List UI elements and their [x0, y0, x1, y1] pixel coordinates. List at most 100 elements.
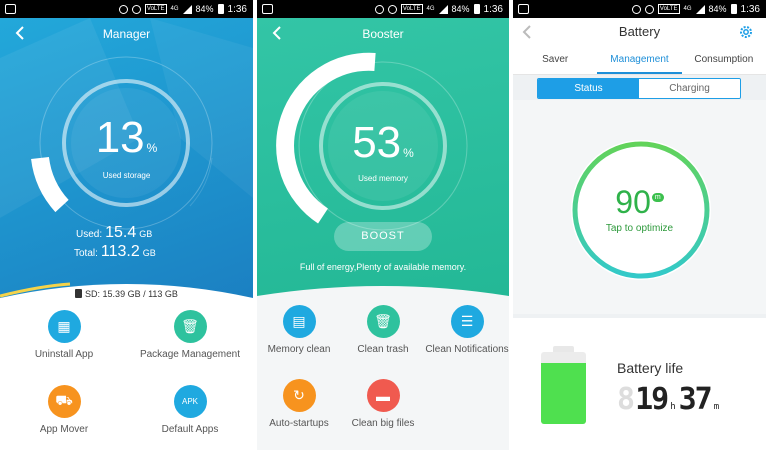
- sd-card-summary: SD: 15.39 GB / 113 GB: [0, 289, 253, 299]
- battery-tabs: Saver Management Consumption: [513, 45, 766, 75]
- battery-hours-unit: h: [670, 402, 676, 412]
- network-label: 4G: [170, 6, 179, 12]
- refresh-icon: ↻: [282, 379, 316, 412]
- trash-icon: 🗑: [173, 310, 207, 343]
- memory-percent-value: 53: [352, 118, 402, 167]
- lcd-ghost-digit: 8: [617, 382, 636, 417]
- status-bar: VoLTE 4G 84% 1:36: [513, 0, 766, 18]
- chat-icon: ☰: [450, 305, 484, 338]
- battery-icon: [217, 4, 224, 14]
- apps-icon: ▦: [47, 310, 81, 343]
- package-management-label: Package Management: [139, 349, 241, 360]
- gallery-icon: [518, 4, 529, 14]
- alarm-icon: [644, 4, 654, 14]
- total-stat: Total: 113.2 GB: [74, 243, 156, 261]
- memory-percent-label: Used memory: [358, 174, 408, 183]
- alarm-icon: [131, 4, 141, 14]
- clean-big-files-button[interactable]: ▬ Clean big files: [323, 379, 443, 429]
- battery-hours: 19: [635, 382, 669, 417]
- app-mover-button[interactable]: ⛟ App Mover: [4, 385, 124, 435]
- total-unit: GB: [142, 248, 156, 258]
- used-label: Used:: [76, 229, 103, 240]
- status-bar: VoLTE 4G 84% 1:36: [0, 0, 253, 18]
- battery-level-fill: [541, 362, 586, 424]
- volte-badge: VoLTE: [400, 4, 423, 14]
- used-stat: Used: 15.4 GB: [76, 224, 152, 242]
- memory-wave: [257, 286, 509, 302]
- alarm-icon: [387, 4, 397, 14]
- clock: 1:36: [740, 3, 760, 15]
- battery-level-graphic: [541, 346, 586, 424]
- signal-icon: [438, 4, 448, 14]
- segment-charging[interactable]: Charging: [639, 79, 740, 98]
- battery-life-label: Battery life: [617, 360, 684, 376]
- gallery-icon: [262, 4, 273, 14]
- clock: 1:36: [227, 3, 247, 15]
- vibrate-icon: [374, 4, 384, 14]
- status-bar: VoLTE 4G 84% 1:36: [257, 0, 509, 18]
- percent-sign: %: [146, 141, 158, 155]
- network-label: 4G: [683, 6, 692, 12]
- tab-saver[interactable]: Saver: [513, 45, 597, 74]
- network-label: 4G: [426, 6, 435, 12]
- uninstall-app-label: Uninstall App: [34, 349, 94, 360]
- tab-consumption[interactable]: Consumption: [682, 45, 766, 74]
- boost-button[interactable]: BOOST: [334, 222, 432, 251]
- page-title: Battery: [618, 24, 661, 39]
- battery-percent: 84%: [708, 4, 727, 14]
- battery-score: 90: [615, 184, 651, 220]
- used-unit: GB: [139, 229, 153, 239]
- battery-percent: 84%: [451, 4, 470, 14]
- clean-notifications-button[interactable]: ☰ Clean Notifications: [407, 305, 509, 355]
- vibrate-icon: [118, 4, 128, 14]
- gear-icon: [740, 26, 752, 38]
- settings-button[interactable]: [738, 24, 754, 40]
- storage-percent-value: 13: [95, 113, 145, 162]
- uninstall-app-button[interactable]: ▦ Uninstall App: [4, 310, 124, 360]
- manager-screen: VoLTE 4G 84% 1:36 Manager 13% Used stora…: [0, 0, 253, 450]
- sd-card-text: SD: 15.39 GB / 113 GB: [85, 289, 178, 299]
- clean-big-files-label: Clean big files: [351, 418, 415, 429]
- gallery-icon: [5, 4, 16, 14]
- battery-minutes-unit: m: [713, 402, 720, 412]
- battery-screen: VoLTE 4G 84% 1:36 Battery Saver Manageme…: [513, 0, 766, 450]
- sd-card-icon: ▤: [282, 305, 316, 338]
- page-title: Manager: [102, 27, 151, 41]
- total-label: Total:: [74, 248, 98, 259]
- tab-management[interactable]: Management: [597, 45, 682, 74]
- clock: 1:36: [483, 3, 503, 15]
- status-charging-toggle: Status Charging: [537, 78, 741, 99]
- trash-icon: 🗑: [366, 305, 400, 338]
- folder-icon: ▬: [366, 379, 400, 412]
- battery-percent: 84%: [195, 4, 214, 14]
- signal-icon: [695, 4, 705, 14]
- segment-status[interactable]: Status: [538, 79, 639, 98]
- page-title: Booster: [362, 27, 404, 41]
- apk-icon: APK: [173, 385, 207, 418]
- storage-percent: 13%: [0, 113, 253, 163]
- battery-icon: [473, 4, 480, 14]
- default-apps-label: Default Apps: [161, 424, 219, 435]
- truck-icon: ⛟: [47, 385, 81, 418]
- battery-minutes: 37: [678, 382, 713, 417]
- signal-icon: [182, 4, 192, 14]
- memory-status-message: Full of energy,Plenty of available memor…: [299, 262, 467, 272]
- package-management-button[interactable]: 🗑 Package Management: [130, 310, 250, 360]
- battery-life-time: 819 h 37 m: [617, 382, 719, 417]
- percent-sign: %: [403, 146, 414, 160]
- battery-icon: [730, 4, 737, 14]
- tap-to-optimize-label: Tap to optimize: [605, 223, 674, 234]
- volte-badge: VoLTE: [144, 4, 167, 14]
- memory-percent: 53%: [257, 118, 509, 168]
- optimize-button[interactable]: 90 m Tap to optimize: [513, 184, 766, 234]
- storage-percent-label: Used storage: [102, 171, 151, 180]
- sd-card-icon: [75, 289, 83, 298]
- booster-screen: VoLTE 4G 84% 1:36 Booster 53% Used memor…: [257, 0, 509, 450]
- total-value: 113.2: [100, 243, 140, 260]
- volte-badge: VoLTE: [657, 4, 680, 14]
- default-apps-button[interactable]: APK Default Apps: [130, 385, 250, 435]
- vibrate-icon: [631, 4, 641, 14]
- clean-notifications-label: Clean Notifications: [425, 344, 509, 355]
- battery-life-card: Battery life 819 h 37 m: [513, 318, 766, 450]
- battery-score-unit: m: [651, 193, 664, 202]
